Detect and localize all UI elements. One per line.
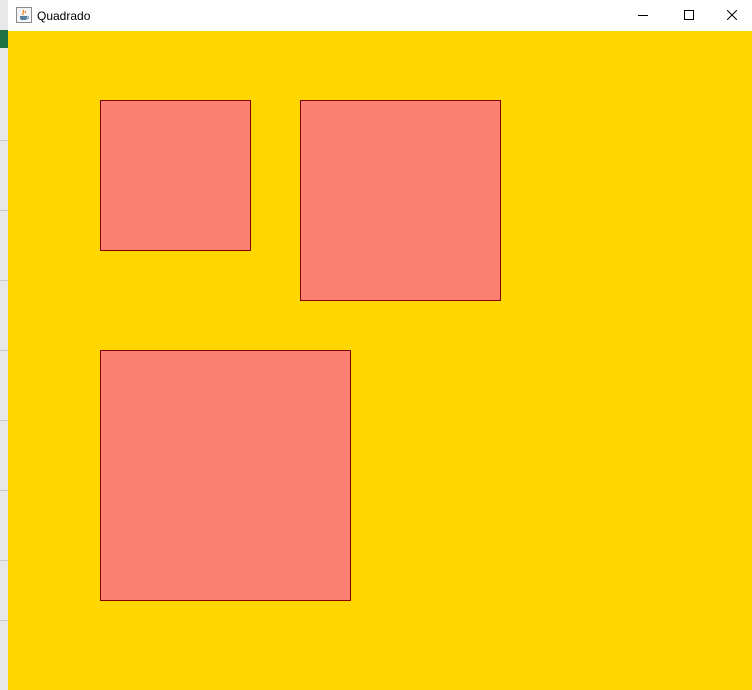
maximize-icon	[684, 7, 694, 25]
square-small	[100, 100, 251, 251]
square-medium	[300, 100, 501, 301]
minimize-button[interactable]	[620, 0, 666, 31]
window-title: Quadrado	[37, 9, 91, 23]
java-cup-icon[interactable]	[16, 7, 32, 23]
maximize-button[interactable]	[666, 0, 712, 31]
square-large	[100, 350, 351, 601]
drawing-canvas[interactable]	[8, 31, 752, 690]
background-window-edge	[0, 0, 8, 690]
close-icon	[726, 7, 738, 25]
background-window-accent	[0, 30, 8, 48]
screen: Quadrado	[0, 0, 752, 690]
title-bar[interactable]: Quadrado	[8, 0, 752, 31]
minimize-icon	[638, 7, 648, 25]
close-button[interactable]	[712, 0, 752, 31]
app-window: Quadrado	[8, 0, 752, 690]
